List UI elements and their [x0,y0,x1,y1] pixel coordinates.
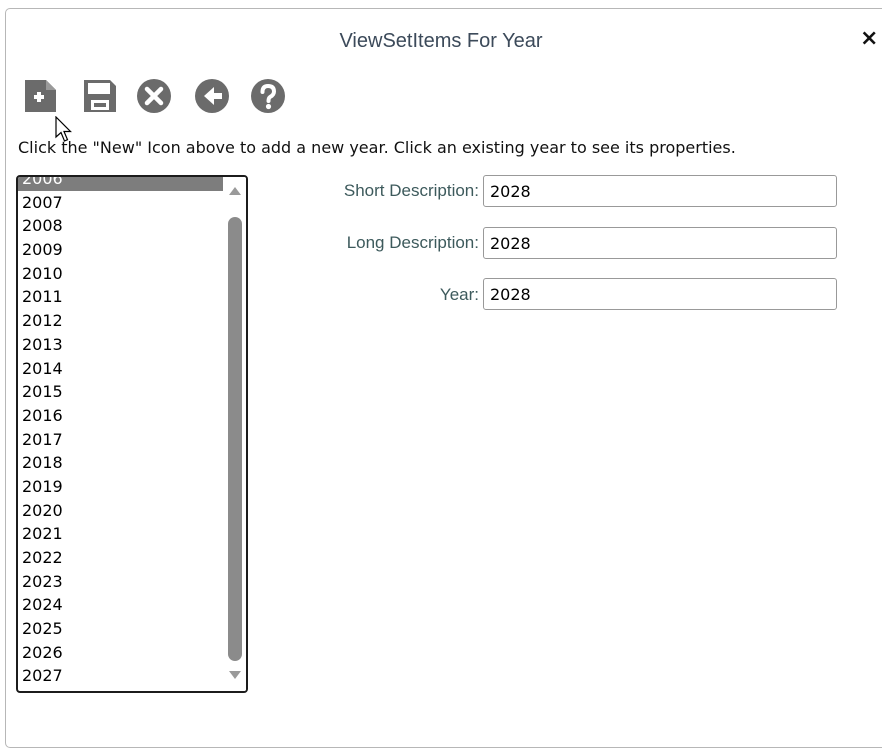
year-input[interactable] [483,278,837,310]
list-item[interactable]: 2006 [18,177,223,191]
list-item[interactable]: 2023 [18,570,223,594]
list-scrollbar[interactable] [224,177,246,691]
list-item[interactable]: 2011 [18,285,223,309]
help-question-icon [251,79,285,113]
list-item[interactable]: 2026 [18,641,223,665]
back-button[interactable] [194,78,230,114]
list-item[interactable]: 2010 [18,262,223,286]
list-item[interactable]: 2008 [18,214,223,238]
list-item[interactable]: 2027 [18,664,223,688]
delete-button[interactable] [136,78,172,114]
list-item[interactable]: 2012 [18,309,223,333]
year-list-items: 2006 2007 2008 2009 2010 2011 2012 2013 … [18,177,223,688]
list-item[interactable]: 2022 [18,546,223,570]
new-button[interactable] [22,78,58,114]
instructions-text: Click the "New" Icon above to add a new … [18,138,736,157]
short-description-input[interactable] [483,175,837,207]
scroll-thumb[interactable] [228,217,242,661]
list-item[interactable]: 2019 [18,475,223,499]
list-item[interactable]: 2016 [18,404,223,428]
dialog-title: ViewSetItems For Year [339,30,543,52]
list-item[interactable]: 2025 [18,617,223,641]
close-button[interactable]: × [860,26,880,52]
long-description-label: Long Description: [346,233,479,252]
long-description-input[interactable] [483,227,837,259]
list-item[interactable]: 2024 [18,593,223,617]
list-item[interactable]: 2018 [18,451,223,475]
list-item[interactable]: 2020 [18,499,223,523]
list-item[interactable]: 2009 [18,238,223,262]
help-button[interactable] [250,78,286,114]
list-item[interactable]: 2013 [18,333,223,357]
short-description-label: Short Description: [343,181,479,200]
year-listbox[interactable]: 2006 2007 2008 2009 2010 2011 2012 2013 … [16,175,248,693]
scroll-down-arrow-icon[interactable] [229,671,241,679]
save-button[interactable] [82,78,118,114]
list-item[interactable]: 2017 [18,428,223,452]
year-label: Year: [439,285,479,304]
list-item[interactable]: 2014 [18,357,223,381]
new-document-icon [25,80,56,112]
back-arrow-icon [195,79,229,113]
list-item[interactable]: 2007 [18,191,223,215]
save-icon [84,80,116,112]
list-item[interactable]: 2021 [18,522,223,546]
list-item[interactable]: 2015 [18,380,223,404]
delete-circle-x-icon [137,79,171,113]
